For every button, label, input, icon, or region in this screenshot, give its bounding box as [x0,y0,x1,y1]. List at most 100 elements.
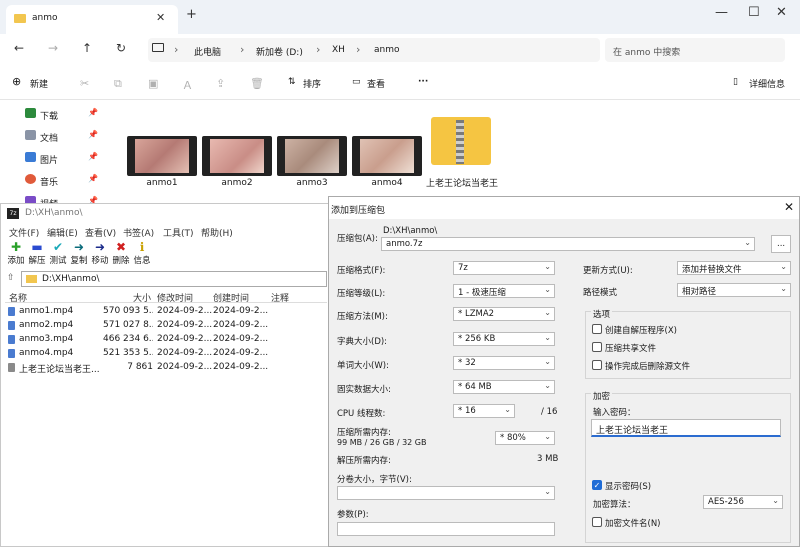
rename-icon[interactable]: Ａ [182,77,193,93]
file-label[interactable]: 上老王论坛当老王 [426,178,498,190]
table-row[interactable]: 上老王论坛当老王... 7 861 2024-09-2... 2024-09-2... [5,361,327,375]
column-comment[interactable]: 注释 [271,291,289,304]
browse-button[interactable]: ... [771,235,791,253]
view-icon: ▭ [352,77,361,87]
menu-edit[interactable]: 编辑(E) [47,226,78,239]
copy-arrow-icon: ➜ [73,240,85,254]
column-size[interactable]: 大小 [133,291,151,304]
breadcrumb-this-pc[interactable]: 此电脑 [194,45,221,58]
cut-icon[interactable]: ✂ [80,77,89,90]
menu-tools[interactable]: 工具(T) [163,226,194,239]
archive-path: D:\XH\anmo\ [383,226,438,236]
password-label: 输入密码： [593,408,636,418]
chevron-down-icon: ⌄ [544,357,551,366]
forward-icon[interactable]: → [48,41,58,55]
menu-view[interactable]: 查看(V) [85,226,116,239]
delete-source-checkbox[interactable] [592,360,602,370]
enc-method-select[interactable]: AES-256 ⌄ [703,495,783,509]
video-thumbnail[interactable] [352,136,422,176]
up-folder-icon[interactable]: ⇧ [7,273,15,283]
solid-select[interactable]: * 64 MB ⌄ [453,380,555,394]
file-label[interactable]: anmo3 [272,178,352,188]
file-label[interactable]: anmo4 [347,178,427,188]
view-button[interactable]: 查看 [367,77,385,90]
search-input[interactable]: 在 anmo 中搜索 [605,38,785,62]
mem-select[interactable]: * 80% ⌄ [495,431,555,445]
solid-label: 固实数据大小: [337,385,391,395]
more-button[interactable]: ··· [418,77,428,87]
encrypt-names-checkbox[interactable] [592,517,602,527]
path-field[interactable]: D:\XH\anmo\ [21,271,327,287]
password-input[interactable]: 上老王论坛当老王 [591,419,781,437]
share-icon[interactable]: ⇪ [216,77,225,90]
refresh-icon[interactable]: ↻ [116,41,126,55]
breadcrumb-xh[interactable]: XH [332,45,345,55]
minimize-icon[interactable]: — [715,5,728,20]
pathmode-select[interactable]: 相对路径 ⌄ [677,283,791,297]
details-button[interactable]: 详细信息 [749,77,785,90]
new-button[interactable]: 新建 [30,77,48,90]
chevron-down-icon: ⌄ [504,405,511,414]
sidebar-item-downloads[interactable]: 下载 📌 [22,104,102,126]
move-button[interactable]: ➜ 移动 [89,240,111,266]
pathmode-label: 路径模式 [583,288,618,298]
close-tab-icon[interactable]: ✕ [156,11,165,24]
sidebar-item-music[interactable]: 音乐 📌 [22,170,102,192]
archive-name-input[interactable]: anmo.7z ⌄ [381,237,755,251]
params-input[interactable] [337,522,555,536]
menu-file[interactable]: 文件(F) [9,226,39,239]
up-icon[interactable]: ↑ [82,41,92,55]
format-label: 压缩格式(F): [337,266,386,276]
breadcrumb-drive[interactable]: 新加卷 (D:) [256,45,303,58]
close-window-icon[interactable]: ✕ [776,5,787,20]
close-icon[interactable]: ✕ [784,200,794,214]
table-row[interactable]: anmo2.mp4 571 027 8... 2024-09-2... 2024-09… [5,319,327,332]
breadcrumb-anmo[interactable]: anmo [374,45,400,55]
video-thumbnail[interactable] [277,136,347,176]
show-password-checkbox[interactable]: ✓ [592,480,602,490]
sidebar-item-documents[interactable]: 文档 📌 [22,126,102,148]
sidebar-item-pictures[interactable]: 图片 📌 [22,148,102,170]
add-button[interactable]: ✚ 添加 [5,240,27,266]
copy-icon[interactable]: ⧉ [114,77,122,91]
update-select[interactable]: 添加并替换文件 ⌄ [677,261,791,275]
level-select[interactable]: 1 - 极速压缩 ⌄ [453,284,555,298]
delete-icon[interactable]: 🗑 [250,77,264,90]
table-row[interactable]: anmo3.mp4 466 234 6... 2024-09-2... 2024-09… [5,333,327,346]
sfx-checkbox[interactable] [592,324,602,334]
menu-help[interactable]: 帮助(H) [201,226,233,239]
format-select[interactable]: 7z ⌄ [453,261,555,275]
maximize-icon[interactable]: ☐ [748,5,760,20]
sort-button[interactable]: 排序 [303,77,321,90]
copy-button[interactable]: ➜ 复制 [68,240,90,266]
breadcrumb[interactable]: › 此电脑 › 新加卷 (D:) › XH › anmo [148,38,600,62]
info-button[interactable]: ℹ 信息 [131,240,153,266]
tab-bar: anmo ✕ + — ☐ ✕ [0,0,800,34]
menu-bookmarks[interactable]: 书签(A) [123,226,154,239]
tab-anmo[interactable]: anmo ✕ [6,5,178,34]
back-icon[interactable]: ← [14,41,24,55]
extract-icon: ▬ [31,240,43,254]
cpu-select[interactable]: * 16 ⌄ [453,404,515,418]
split-label: 分卷大小，字节(V): [337,475,412,485]
column-mtime[interactable]: 修改时间 [157,291,193,304]
test-button[interactable]: ✔ 测试 [47,240,69,266]
new-tab-icon[interactable]: + [186,7,197,22]
video-thumbnail[interactable] [202,136,272,176]
paste-icon[interactable]: ▣ [148,77,158,90]
column-ctime[interactable]: 创建时间 [213,291,249,304]
file-label[interactable]: anmo1 [122,178,202,188]
dict-select[interactable]: * 256 KB ⌄ [453,332,555,346]
split-select[interactable]: ⌄ [337,486,555,500]
delete-button[interactable]: ✖ 删除 [110,240,132,266]
column-name[interactable]: 名称 [9,291,27,304]
method-select[interactable]: * LZMA2 ⌄ [453,307,555,321]
file-label[interactable]: anmo2 [197,178,277,188]
table-row[interactable]: anmo4.mp4 521 353 5... 2024-09-2... 2024-09… [5,347,327,360]
table-row[interactable]: anmo1.mp4 570 093 5... 2024-09-2... 2024-09… [5,305,327,318]
shared-checkbox[interactable] [592,342,602,352]
folder-icon [14,14,26,23]
extract-button[interactable]: ▬ 解压 [26,240,48,266]
video-thumbnail[interactable] [127,136,197,176]
word-select[interactable]: * 32 ⌄ [453,356,555,370]
